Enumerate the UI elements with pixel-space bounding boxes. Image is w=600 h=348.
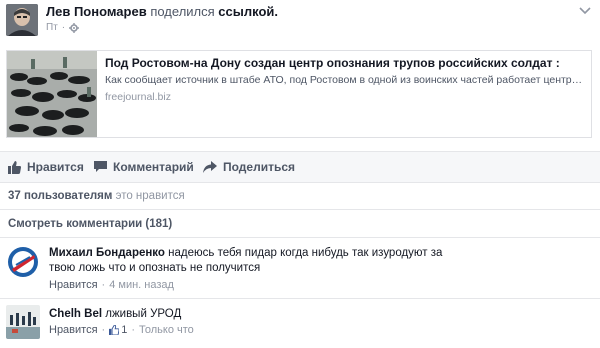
commenter-avatar[interactable] xyxy=(6,245,40,279)
divider xyxy=(0,298,600,299)
post-object-link[interactable]: ссылкой. xyxy=(218,4,278,19)
link-domain: freejournal.biz xyxy=(105,91,171,103)
like-label: Нравится xyxy=(27,160,84,174)
post-header: Лев Пономарев поделился ссылкой. xyxy=(46,4,278,20)
view-comments-link[interactable]: Смотреть комментарии (181) xyxy=(8,218,172,230)
thumbs-up-icon xyxy=(8,160,21,174)
separator-dot: · xyxy=(131,324,136,336)
comment-like-button[interactable]: Нравится xyxy=(49,279,98,291)
shared-link-card[interactable]: Под Ростовом-на Дону создан центр опозна… xyxy=(6,50,592,138)
comment-author[interactable]: Chelh Bel xyxy=(49,308,102,320)
post-time[interactable]: Пт xyxy=(46,22,58,33)
divider xyxy=(0,209,600,210)
author-avatar[interactable] xyxy=(6,4,38,36)
separator-dot: · xyxy=(61,22,66,33)
comment-body: лживый УРОД xyxy=(105,308,182,320)
thumbs-up-icon xyxy=(109,325,120,335)
divider xyxy=(0,237,600,238)
likes-summary[interactable]: 37 пользователям это нравится xyxy=(8,190,185,202)
comment-like-button[interactable]: Нравится xyxy=(49,324,98,336)
comment-like-count[interactable]: 1 xyxy=(109,324,127,336)
comment-button[interactable]: Комментарий xyxy=(94,160,194,174)
link-body: Под Ростовом-на Дону создан центр опозна… xyxy=(97,51,591,137)
chevron-down-icon[interactable] xyxy=(578,4,592,18)
comment-time[interactable]: Только что xyxy=(139,324,194,336)
comment-icon xyxy=(94,161,107,172)
action-bar: Нравится Комментарий Поделиться xyxy=(0,151,600,183)
comment-label: Комментарий xyxy=(113,160,194,174)
separator-dot: · xyxy=(101,279,106,291)
like-button[interactable]: Нравится xyxy=(8,160,84,174)
share-icon xyxy=(203,161,217,173)
comment-meta: Нравится · 1 · Только что xyxy=(49,324,194,336)
comment-meta: Нравится · 4 мин. назад xyxy=(49,279,174,291)
post-verb: поделился xyxy=(150,4,215,19)
likes-suffix: это нравится xyxy=(115,190,185,202)
comment-text-block: Михаил Бондаренко надеюсь тебя пидар ког… xyxy=(49,246,469,276)
like-count-value: 1 xyxy=(121,324,128,336)
comment-time[interactable]: 4 мин. назад xyxy=(109,279,174,291)
author-name[interactable]: Лев Пономарев xyxy=(46,4,147,19)
feed-post: Лев Пономарев поделился ссылкой. Пт · По… xyxy=(0,0,600,348)
link-description: Как сообщает источник в штабе АТО, под Р… xyxy=(105,74,583,86)
share-label: Поделиться xyxy=(223,160,296,174)
comment-author[interactable]: Михаил Бондаренко xyxy=(49,247,165,259)
link-thumbnail[interactable] xyxy=(7,51,97,137)
link-title[interactable]: Под Ростовом-на Дону создан центр опозна… xyxy=(105,56,583,71)
comment-text-block: Chelh Bel лживый УРОД xyxy=(49,307,469,322)
share-button[interactable]: Поделиться xyxy=(203,160,295,174)
commenter-avatar[interactable] xyxy=(6,305,40,339)
post-meta: Пт · xyxy=(46,22,80,33)
separator-dot: · xyxy=(101,324,106,336)
gear-icon[interactable] xyxy=(69,22,80,33)
likes-count[interactable]: 37 пользователям xyxy=(8,190,112,202)
